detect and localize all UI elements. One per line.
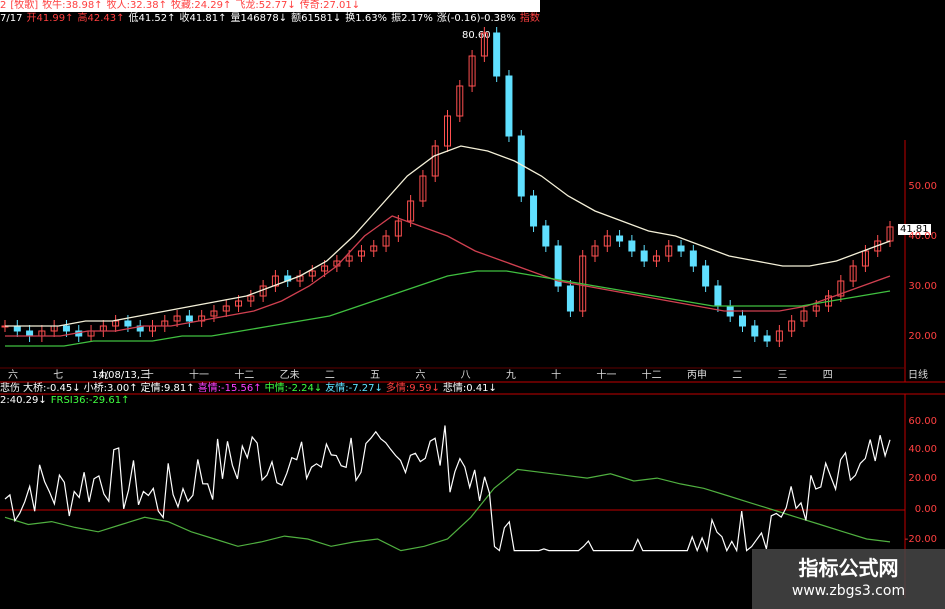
month-label: 十一	[596, 368, 616, 381]
candle-body	[702, 265, 710, 287]
ind-tick-40: 40.00	[908, 444, 937, 455]
y-tick-30: 30.00	[908, 281, 937, 292]
indicator-values-line: 2:40.29↓ FRSI36:-29.61↑	[0, 395, 133, 407]
candle-body	[493, 32, 501, 77]
info-item-0: 悲伤	[0, 383, 20, 394]
ind-tick-60: 60.00	[908, 416, 937, 427]
month-label: 乙未	[280, 369, 300, 381]
month-label: 十二	[642, 368, 662, 381]
month-label: 十	[551, 368, 561, 381]
candle-body	[763, 335, 771, 342]
month-label: 六	[415, 369, 425, 381]
ind-value-0: 2:40.29↓	[0, 395, 47, 406]
candle-body	[640, 250, 648, 262]
ind-value-1: FRSI36:-29.61↑	[50, 395, 130, 406]
month-label: 二	[732, 370, 742, 381]
indicator-info-bar: 悲伤 大桥:-0.45↓ 小桥:3.00↑ 定情:9.81↑ 喜情:-15.56↑ 中情:…	[0, 383, 500, 395]
info-item-2: 小桥:3.00↑	[83, 383, 138, 394]
candle-body	[530, 195, 538, 227]
month-label: 六	[8, 369, 18, 381]
month-label: 九	[506, 369, 516, 381]
month-label: 丙申	[687, 368, 707, 381]
candle-body	[505, 75, 513, 137]
candle-body	[542, 225, 550, 247]
month-label: 二	[325, 370, 335, 381]
info-item-8: 悲情:0.41↓	[442, 383, 497, 394]
info-item-5: 中情:-2.24↓	[264, 383, 323, 394]
candle-body	[689, 250, 697, 267]
month-label: 五	[370, 370, 380, 381]
candle-body	[26, 330, 34, 337]
ind-tick-0: 0.00	[914, 504, 937, 515]
candle-body	[124, 320, 132, 327]
y-tick-20: 20.00	[908, 331, 937, 342]
info-item-7: 多情:9.59↓	[385, 383, 440, 394]
watermark-title: 指标公式网	[798, 556, 899, 580]
info-item-3: 定情:9.81↑	[140, 383, 195, 394]
month-label: 十一	[189, 368, 209, 381]
y-tick-50: 50.00	[908, 181, 937, 192]
candle-body	[739, 315, 746, 327]
cursor-date-label: 14/08/13,三	[92, 370, 150, 381]
candle-body	[566, 285, 574, 312]
month-label: 十二	[234, 368, 254, 381]
candle-body	[616, 235, 624, 242]
month-label: 七	[53, 369, 63, 381]
site-watermark: 指标公式网 www.zbgs3.com	[752, 549, 945, 609]
y-tick-40: 40.00	[908, 231, 937, 242]
ind-tick-neg20: -20.00	[904, 534, 937, 545]
candle-body	[13, 325, 21, 332]
candle-body	[628, 240, 636, 252]
info-item-4: 喜情:-15.56↑	[197, 383, 262, 394]
candle-body	[62, 325, 70, 332]
price-chart[interactable]: 六七九十十一 十二 乙未二五六八九十十一 十二 丙申二三四14/08/13,三 日线	[0, 0, 945, 609]
month-label: 三	[777, 370, 787, 381]
candle-body	[677, 245, 685, 252]
oscillator-line	[4, 425, 891, 553]
watermark-url: www.zbgs3.com	[791, 583, 906, 599]
info-item-6: 友情:-7.27↓	[325, 383, 383, 394]
candle-body	[714, 285, 722, 307]
ind-tick-20: 20.00	[908, 473, 937, 484]
candle-body	[185, 315, 193, 322]
month-label: 八	[461, 370, 471, 381]
info-item-1: 大桥:-0.45↓	[23, 383, 81, 394]
period-button[interactable]: 日线	[908, 368, 928, 381]
bottom-status-strip	[0, 598, 752, 609]
candle-body	[751, 325, 759, 337]
month-label: 四	[823, 370, 833, 381]
